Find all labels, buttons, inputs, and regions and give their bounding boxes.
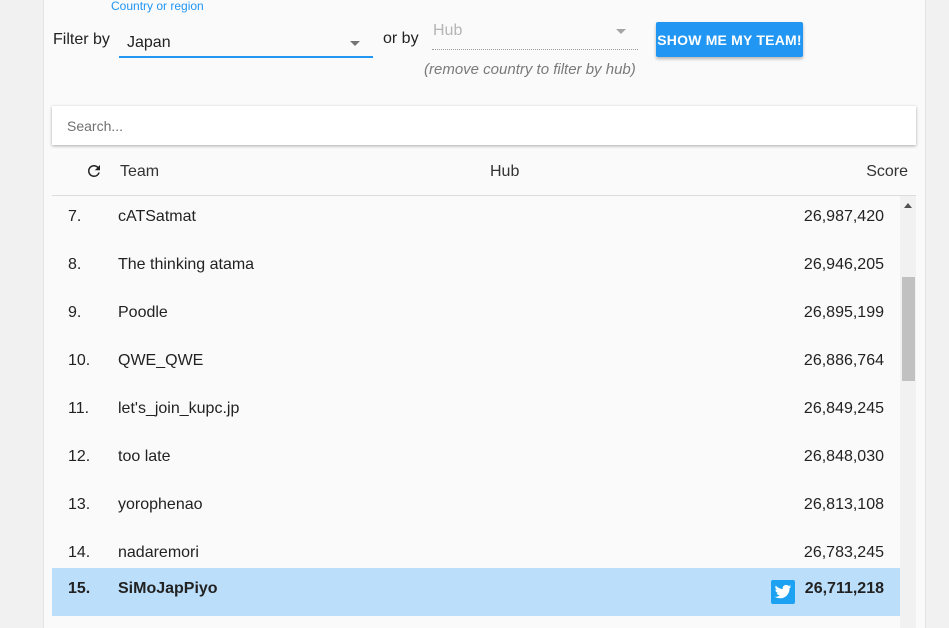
or-by-label: or by [383,30,419,47]
row-score: 26,987,420 [803,208,884,225]
search-box [52,106,916,145]
table-row[interactable]: 10. QWE_QWE 26,886,764 [52,340,900,388]
country-float-label: Country or region [111,0,204,13]
filter-by-label: Filter by [53,31,110,48]
row-rank: 9. [68,304,82,321]
row-rank: 10. [68,352,91,369]
scroll-up-arrow-icon[interactable] [904,203,912,208]
table-row[interactable]: 7. cATSatmat 26,987,420 [52,196,900,244]
hub-select-placeholder: Hub [433,22,463,39]
row-team: nadaremori [118,544,199,561]
row-score: 26,848,030 [803,448,884,465]
search-input[interactable] [52,106,916,145]
row-score: 26,849,245 [803,400,884,417]
table-row[interactable]: 8. The thinking atama 26,946,205 [52,244,900,292]
hub-select[interactable]: Hub [432,19,638,50]
country-select-value: Japan [127,34,171,51]
caret-down-icon [616,29,626,34]
table-row[interactable]: 13. yorophenao 26,813,108 [52,484,900,532]
country-select[interactable]: Japan [119,31,373,58]
row-team: Poodle [118,304,168,321]
row-score: 26,783,245 [803,544,884,561]
table-row[interactable]: 12. too late 26,848,030 [52,436,900,484]
refresh-icon[interactable] [85,162,103,180]
table-header: Team Hub Score [52,148,916,196]
table-scrollbar[interactable] [900,196,916,628]
column-header-hub[interactable]: Hub [490,163,519,181]
row-rank: 12. [68,448,91,465]
hub-hint: (remove country to filter by hub) [424,61,636,78]
row-team: yorophenao [118,496,203,513]
row-score: 26,886,764 [803,352,884,369]
twitter-icon[interactable] [771,580,795,604]
table-row[interactable]: 11. let's_join_kupc.jp 26,849,245 [52,388,900,436]
row-score: 26,895,199 [803,304,884,321]
leaderboard-rows: 7. cATSatmat 26,987,420 8. The thinking … [52,196,900,628]
show-my-team-button[interactable]: SHOW ME MY TEAM! [656,22,803,57]
row-team: QWE_QWE [118,352,204,369]
row-score: 26,711,218 [804,580,884,597]
row-rank: 11. [68,400,90,417]
row-team: cATSatmat [118,208,196,225]
row-team: let's_join_kupc.jp [118,400,240,417]
row-team: The thinking atama [118,256,255,273]
row-rank: 8. [68,256,82,273]
row-rank: 15. [68,580,91,597]
scroll-thumb[interactable] [902,277,915,381]
row-rank: 13. [68,496,91,513]
row-score: 26,946,205 [803,256,884,273]
my-team-row[interactable]: 15. SiMoJapPiyo 26,711,218 [52,568,900,616]
column-header-team[interactable]: Team [120,163,159,181]
caret-down-icon [350,41,360,46]
row-score: 26,813,108 [803,496,884,513]
leaderboard-card: Filter by Country or region Japan or by … [43,0,926,628]
table-row[interactable]: 9. Poodle 26,895,199 [52,292,900,340]
row-team: too late [118,448,171,465]
row-team: SiMoJapPiyo [118,580,218,597]
row-rank: 7. [68,208,82,225]
row-rank: 14. [68,544,91,561]
column-header-score[interactable]: Score [866,163,908,181]
